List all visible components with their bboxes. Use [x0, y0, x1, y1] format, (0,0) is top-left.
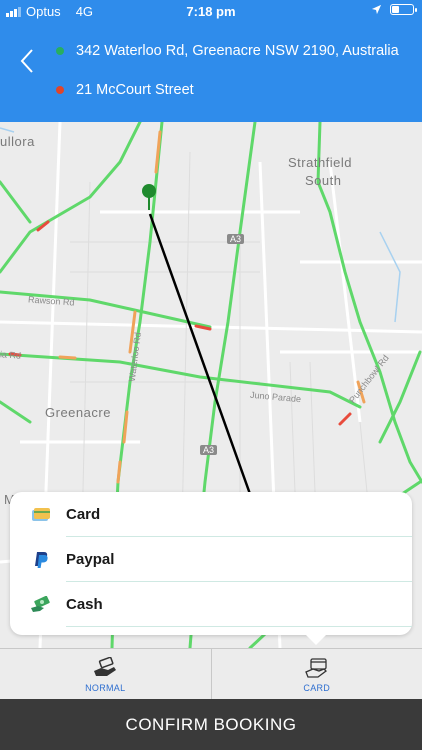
pickup-dot	[56, 47, 64, 55]
status-right	[371, 4, 417, 15]
payment-option-cash[interactable]: Cash	[10, 583, 412, 627]
payment-option-paypal[interactable]: Paypal	[10, 538, 412, 582]
location-arrow-icon	[371, 4, 382, 15]
dropoff-dot	[56, 86, 64, 94]
paypal-icon	[30, 550, 52, 570]
back-button[interactable]	[12, 46, 42, 76]
divider	[66, 581, 412, 582]
street-rd-left: ia Rd	[0, 349, 22, 361]
payment-type-bar: NORMAL CARD	[0, 648, 422, 699]
confirm-booking-button[interactable]: CONFIRM BOOKING	[0, 699, 422, 750]
payment-label-cash: Cash	[66, 596, 103, 613]
dropoff-address: 21 McCourt Street	[76, 82, 194, 98]
pickup-address: 342 Waterloo Rd, Greenacre NSW 2190, Aus…	[76, 43, 399, 59]
divider	[66, 626, 412, 627]
battery-fill	[392, 6, 399, 13]
hand-card-icon	[304, 656, 330, 680]
payment-type-normal[interactable]: NORMAL	[0, 649, 211, 699]
map-label-bullora: ullora	[0, 134, 35, 149]
route-header: 342 Waterloo Rd, Greenacre NSW 2190, Aus…	[0, 22, 422, 122]
divider	[66, 536, 412, 537]
status-time: 7:18 pm	[186, 4, 236, 19]
road-badge-a3-lower: A3	[200, 445, 218, 455]
battery-icon	[390, 4, 417, 15]
chevron-left-icon	[20, 49, 33, 73]
map-label-strathfield: Strathfield	[288, 155, 353, 170]
dropoff-row[interactable]: 21 McCourt Street	[56, 82, 194, 98]
payment-label-card: Card	[66, 506, 101, 523]
map-label-greenacre: Greenacre	[45, 405, 111, 420]
payment-type-normal-label: NORMAL	[85, 682, 126, 693]
credit-card-icon	[30, 505, 52, 525]
payment-option-card[interactable]: Card	[10, 493, 412, 537]
payment-label-paypal: Paypal	[66, 551, 115, 568]
payment-type-card[interactable]: CARD	[210, 649, 422, 699]
map-label-south: South	[305, 173, 342, 188]
cash-icon	[30, 595, 52, 615]
road-badge-a3-upper: A3	[227, 234, 245, 244]
payment-type-card-label: CARD	[303, 682, 331, 693]
payment-popup: Card Paypal Cash	[10, 492, 412, 645]
hand-coin-icon	[92, 656, 118, 680]
pickup-row[interactable]: 342 Waterloo Rd, Greenacre NSW 2190, Aus…	[56, 43, 399, 59]
status-bar: Optus 4G 7:18 pm	[0, 0, 422, 22]
